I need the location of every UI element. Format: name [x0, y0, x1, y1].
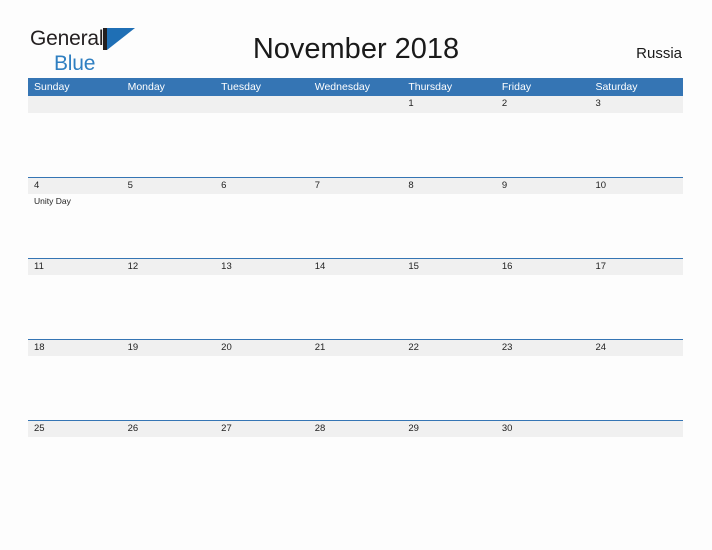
- week-date-bar: 25 26 27 28 29 30: [28, 420, 683, 437]
- week-date-bar: 4 5 6 7 8 9 10: [28, 177, 683, 194]
- week-event-area: [28, 275, 683, 339]
- day-cell[interactable]: [309, 356, 403, 420]
- week-event-area: [28, 356, 683, 420]
- day-number[interactable]: 20: [215, 340, 309, 356]
- week-event-area: [28, 113, 683, 177]
- day-cell[interactable]: [496, 113, 590, 177]
- calendar-week-row: 1 2 3: [28, 96, 683, 177]
- day-number[interactable]: 27: [215, 421, 309, 437]
- day-cell[interactable]: [496, 356, 590, 420]
- day-number[interactable]: [589, 421, 683, 437]
- day-cell[interactable]: [28, 113, 122, 177]
- day-number[interactable]: 15: [402, 259, 496, 275]
- day-number[interactable]: 1: [402, 96, 496, 113]
- day-cell[interactable]: [309, 275, 403, 339]
- day-number[interactable]: 14: [309, 259, 403, 275]
- calendar-week-row: 11 12 13 14 15 16 17: [28, 258, 683, 339]
- day-number[interactable]: 16: [496, 259, 590, 275]
- page-header: General Blue November 2018 Russia: [0, 0, 712, 78]
- day-number[interactable]: 9: [496, 178, 590, 194]
- weekday-header-saturday: Saturday: [595, 81, 638, 93]
- day-number[interactable]: 3: [589, 96, 683, 113]
- day-cell[interactable]: [215, 356, 309, 420]
- day-number[interactable]: 28: [309, 421, 403, 437]
- weekday-header-wednesday: Wednesday: [314, 81, 370, 93]
- day-cell[interactable]: [215, 437, 309, 501]
- day-cell[interactable]: [402, 356, 496, 420]
- day-cell[interactable]: [589, 194, 683, 258]
- day-cell[interactable]: [309, 194, 403, 258]
- day-cell[interactable]: [402, 194, 496, 258]
- day-number[interactable]: 29: [402, 421, 496, 437]
- event-label: Unity Day: [34, 196, 71, 206]
- day-number[interactable]: 18: [28, 340, 122, 356]
- day-number[interactable]: 6: [215, 178, 309, 194]
- day-cell[interactable]: [215, 113, 309, 177]
- day-cell[interactable]: [589, 275, 683, 339]
- day-number[interactable]: 2: [496, 96, 590, 113]
- day-cell[interactable]: [309, 437, 403, 501]
- day-number[interactable]: [309, 96, 403, 113]
- day-number[interactable]: 30: [496, 421, 590, 437]
- day-number[interactable]: 12: [122, 259, 216, 275]
- calendar-week-row: 4 5 6 7 8 9 10 Unity Day: [28, 177, 683, 258]
- day-cell[interactable]: [122, 194, 216, 258]
- day-cell[interactable]: [122, 275, 216, 339]
- week-event-area: [28, 437, 683, 501]
- day-cell[interactable]: [496, 194, 590, 258]
- day-cell[interactable]: [402, 437, 496, 501]
- day-number[interactable]: 17: [589, 259, 683, 275]
- day-number[interactable]: 19: [122, 340, 216, 356]
- day-cell[interactable]: [215, 275, 309, 339]
- day-cell[interactable]: [309, 113, 403, 177]
- day-number[interactable]: [215, 96, 309, 113]
- day-cell[interactable]: [122, 437, 216, 501]
- day-number[interactable]: 7: [309, 178, 403, 194]
- week-date-bar: 1 2 3: [28, 96, 683, 113]
- week-date-bar: 11 12 13 14 15 16 17: [28, 258, 683, 275]
- day-cell[interactable]: [28, 437, 122, 501]
- day-cell[interactable]: [589, 437, 683, 501]
- weekday-header-monday: Monday: [127, 81, 165, 93]
- weekday-header-friday: Friday: [501, 81, 532, 93]
- day-number[interactable]: 8: [402, 178, 496, 194]
- day-cell[interactable]: Unity Day: [28, 194, 122, 258]
- day-cell[interactable]: [496, 437, 590, 501]
- day-cell[interactable]: [215, 194, 309, 258]
- day-number[interactable]: 26: [122, 421, 216, 437]
- weekday-header-sunday: Sunday: [34, 81, 70, 93]
- day-number[interactable]: 10: [589, 178, 683, 194]
- day-cell[interactable]: [402, 113, 496, 177]
- day-number[interactable]: 4: [28, 178, 122, 194]
- day-number[interactable]: 21: [309, 340, 403, 356]
- day-cell[interactable]: [589, 356, 683, 420]
- day-cell[interactable]: [28, 275, 122, 339]
- day-cell[interactable]: [28, 356, 122, 420]
- country-label: Russia: [636, 45, 682, 62]
- day-number[interactable]: 24: [589, 340, 683, 356]
- calendar-weekday-header: Sunday Monday Tuesday Wednesday Thursday…: [28, 78, 683, 96]
- day-number[interactable]: 22: [402, 340, 496, 356]
- day-cell[interactable]: [496, 275, 590, 339]
- day-number[interactable]: 25: [28, 421, 122, 437]
- calendar-week-row: 18 19 20 21 22 23 24: [28, 339, 683, 420]
- day-number[interactable]: 13: [215, 259, 309, 275]
- day-number[interactable]: [28, 96, 122, 113]
- week-date-bar: 18 19 20 21 22 23 24: [28, 339, 683, 356]
- day-cell[interactable]: [589, 113, 683, 177]
- day-number[interactable]: 23: [496, 340, 590, 356]
- page-title: November 2018: [252, 33, 460, 65]
- calendar-grid: Sunday Monday Tuesday Wednesday Thursday…: [28, 78, 683, 501]
- day-number[interactable]: 11: [28, 259, 122, 275]
- calendar-week-row: 25 26 27 28 29 30: [28, 420, 683, 501]
- weekday-header-thursday: Thursday: [408, 81, 453, 93]
- day-cell[interactable]: [122, 356, 216, 420]
- day-number[interactable]: 5: [122, 178, 216, 194]
- day-cell[interactable]: [402, 275, 496, 339]
- weekday-header-tuesday: Tuesday: [221, 81, 262, 93]
- day-number[interactable]: [122, 96, 216, 113]
- week-event-area: Unity Day: [28, 194, 683, 258]
- day-cell[interactable]: [122, 113, 216, 177]
